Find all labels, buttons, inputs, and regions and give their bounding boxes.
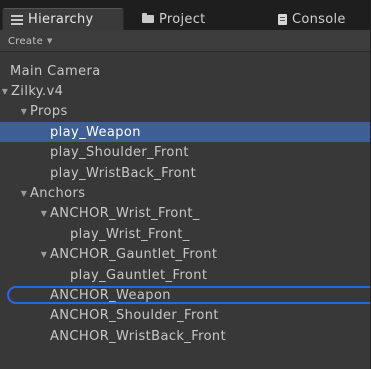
tree-item-label: play_Shoulder_Front (50, 145, 189, 161)
tree-item[interactable]: play_Gauntlet_Front (0, 265, 370, 285)
tree-item-label: play_Gauntlet_Front (70, 267, 208, 283)
tree-item-label: Anchors (30, 185, 86, 201)
tree-item[interactable]: play_Shoulder_Front (0, 143, 370, 163)
hierarchy-toolbar: Create ▼ (0, 30, 370, 52)
hierarchy-tree: Main Camera ▼ Zilky.v4 ▼ Props play_Weapon pla… (0, 52, 370, 369)
expand-arrow-icon[interactable]: ▼ (19, 107, 29, 116)
chevron-down-icon: ▼ (47, 37, 53, 45)
tree-item[interactable]: play_WristBack_Front (0, 163, 370, 183)
tab-console[interactable]: Console (278, 8, 368, 30)
tree-item[interactable]: ANCHOR_Shoulder_Front (0, 306, 370, 326)
tree-item-label: Props (30, 104, 68, 120)
expand-arrow-icon[interactable]: ▼ (0, 87, 10, 96)
tree-item[interactable]: ▼ Zilky.v4 (0, 81, 370, 101)
tree-item-label: ANCHOR_Weapon (50, 287, 171, 303)
create-dropdown-button[interactable]: Create ▼ (4, 34, 57, 48)
tree-item[interactable]: ANCHOR_WristBack_Front (0, 326, 370, 346)
tab-bar: Hierarchy Project Console (0, 0, 370, 30)
list-icon (11, 14, 23, 25)
tree-item-label: ANCHOR_Shoulder_Front (50, 308, 219, 324)
tree-item[interactable]: Main Camera (0, 61, 370, 81)
tree-item[interactable]: ANCHOR_Weapon (0, 285, 370, 305)
tab-hierarchy-label: Hierarchy (28, 12, 94, 27)
hierarchy-window: Hierarchy Project Console Create ▼ Main … (0, 0, 371, 369)
tree-item[interactable]: ▼ ANCHOR_Gauntlet_Front (0, 245, 370, 265)
tree-item[interactable]: play_Wrist_Front_ (0, 224, 370, 244)
tab-console-label: Console (292, 11, 346, 27)
tab-hierarchy[interactable]: Hierarchy (2, 8, 124, 30)
tab-project[interactable]: Project (142, 8, 252, 30)
tree-item-label: ANCHOR_WristBack_Front (50, 328, 227, 344)
tab-project-label: Project (159, 11, 206, 27)
console-icon (278, 13, 287, 25)
expand-arrow-icon[interactable]: ▼ (39, 209, 49, 218)
tree-item-label: ANCHOR_Wrist_Front_ (50, 206, 200, 222)
expand-arrow-icon[interactable]: ▼ (19, 189, 29, 198)
tree-item[interactable]: ▼ Props (0, 102, 370, 122)
tree-item-label: Zilky.v4 (11, 83, 64, 99)
tree-item-selected[interactable]: play_Weapon (0, 122, 370, 143)
tree-item-label: play_WristBack_Front (50, 165, 197, 181)
tree-item-label: play_Weapon (50, 124, 141, 140)
tree-item-label: play_Wrist_Front_ (70, 226, 190, 242)
folder-icon (142, 13, 154, 23)
tree-item[interactable]: ▼ ANCHOR_Wrist_Front_ (0, 204, 370, 224)
create-label: Create (8, 35, 44, 47)
tree-item[interactable]: ▼ Anchors (0, 183, 370, 203)
expand-arrow-icon[interactable]: ▼ (39, 250, 49, 259)
tree-item-label: ANCHOR_Gauntlet_Front (50, 247, 218, 263)
tree-item-label: Main Camera (10, 63, 101, 79)
